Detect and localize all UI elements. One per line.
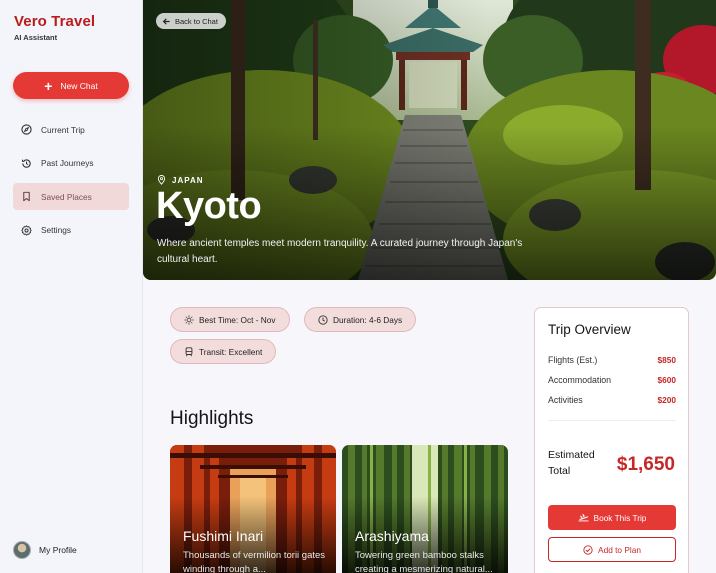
sun-icon	[184, 314, 194, 325]
profile-label: My Profile	[39, 545, 77, 555]
back-to-chat-label: Back to Chat	[175, 16, 218, 26]
cost-label: Flights (Est.)	[548, 355, 598, 365]
best-time-label: Best Time: Oct - Nov	[199, 314, 276, 325]
location-label: JAPAN	[157, 175, 204, 185]
new-chat-label: New Chat	[60, 80, 98, 91]
profile-link[interactable]: My Profile	[13, 541, 77, 559]
sidebar-item-label: Saved Places	[41, 191, 92, 202]
destination-description: Where ancient temples meet modern tranqu…	[157, 238, 523, 265]
sidebar-item-label: Past Journeys	[41, 158, 94, 168]
cost-label: Activities	[548, 395, 583, 405]
estimated-total-value: $1,650	[616, 454, 675, 475]
book-trip-button[interactable]: Book This Trip	[548, 505, 676, 530]
card-title: Fushimi Inari	[183, 528, 264, 544]
transit-tag: Transit: Excellent	[170, 339, 277, 364]
location-text: JAPAN	[172, 175, 204, 185]
sidebar-item-saved-places[interactable]: Saved Places	[13, 183, 129, 210]
highlight-card-arashiyama[interactable]: Arashiyama Towering green bamboo stalks …	[342, 445, 508, 573]
sidebar-item-label: Current Trip	[41, 124, 85, 135]
divider	[548, 420, 676, 421]
sidebar-item-settings[interactable]: Settings	[13, 217, 129, 244]
best-time-tag: Best Time: Oct - Nov	[170, 307, 290, 332]
trip-overview-title: Trip Overview	[548, 322, 631, 337]
bookmark-icon	[23, 191, 30, 202]
cost-amount: $600	[657, 375, 676, 385]
duration-label: Duration: 4-6 Days	[333, 314, 403, 325]
transit-label: Transit: Excellent	[199, 346, 263, 357]
destination-title: Kyoto	[156, 185, 262, 227]
add-to-plan-label: Add to Plan	[598, 544, 641, 555]
hero-banner: Back to Chat JAPAN Kyoto Where ancient t…	[143, 0, 716, 280]
check-circle-icon	[583, 544, 593, 555]
cost-amount: $200	[657, 395, 676, 405]
brand-subtitle: AI Assistant	[14, 33, 58, 42]
clock-icon	[318, 314, 328, 325]
card-description: Towering green bamboo stalks creating a …	[355, 550, 493, 573]
brand-title: Vero Travel	[14, 13, 96, 30]
cost-row-activities: Activities $200	[548, 395, 676, 405]
airplane-icon	[578, 513, 588, 522]
plus-icon: +	[44, 77, 53, 94]
new-chat-button[interactable]: + New Chat	[13, 72, 129, 99]
cost-amount: $850	[657, 355, 676, 365]
book-trip-label: Book This Trip	[593, 512, 647, 523]
brand: Vero Travel AI Assistant	[14, 13, 95, 42]
cost-row-flights: Flights (Est.) $850	[548, 355, 676, 365]
sidebar-item-past-journeys[interactable]: Past Journeys	[13, 150, 129, 177]
trip-overview-panel: Trip Overview Flights (Est.) $850 Accomm…	[534, 307, 689, 573]
train-icon	[185, 346, 193, 356]
highlight-card-fushimi-inari[interactable]: Fushimi Inari Thousands of vermilion tor…	[170, 445, 336, 573]
cost-row-accommodation: Accommodation $600	[548, 375, 676, 385]
sidebar: Vero Travel AI Assistant + New Chat Curr…	[0, 0, 143, 573]
estimated-total-label: Estimated Total	[548, 449, 595, 477]
highlights-heading: Highlights	[170, 408, 254, 429]
avatar	[13, 541, 31, 559]
sidebar-nav: Current Trip Past Journeys Saved Places …	[13, 116, 129, 250]
card-title: Arashiyama	[355, 528, 429, 544]
history-icon	[21, 158, 31, 168]
map-pin-icon	[157, 175, 166, 185]
gear-icon	[21, 224, 32, 236]
sidebar-item-current-trip[interactable]: Current Trip	[13, 116, 129, 143]
add-to-plan-button[interactable]: Add to Plan	[548, 537, 676, 562]
duration-tag: Duration: 4-6 Days	[304, 307, 417, 332]
arrow-left-icon	[162, 17, 170, 25]
card-description: Thousands of vermilion torii gates windi…	[183, 550, 326, 573]
cost-label: Accommodation	[548, 375, 612, 385]
sidebar-item-label: Settings	[41, 225, 71, 235]
back-to-chat-button[interactable]: Back to Chat	[156, 13, 226, 29]
compass-icon	[21, 124, 32, 135]
